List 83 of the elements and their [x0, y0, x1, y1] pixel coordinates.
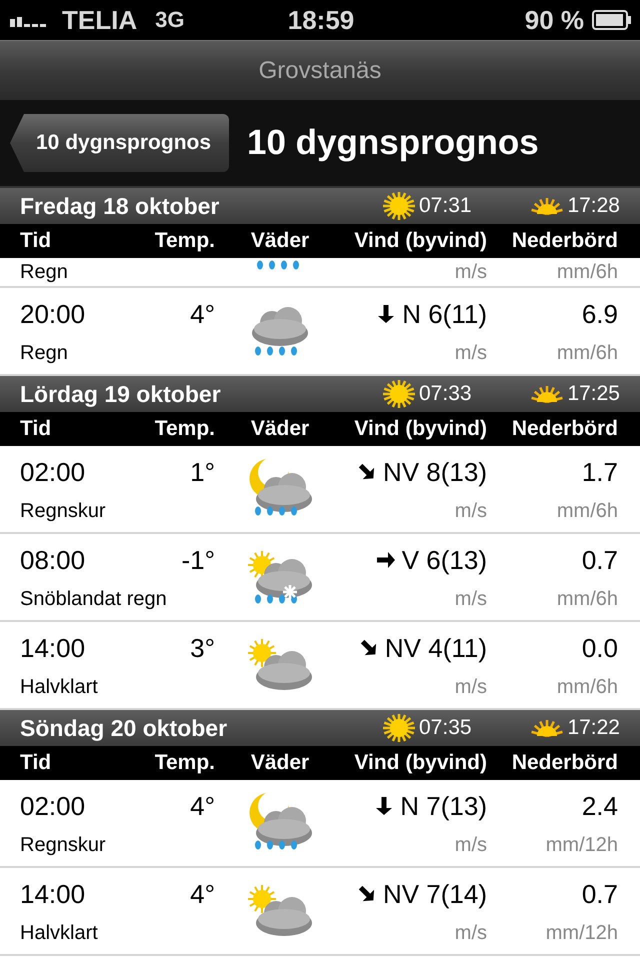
precipitation-text: 6.9 — [582, 298, 618, 330]
weather-description: Regn — [20, 342, 68, 364]
column-header: Nederbörd — [512, 751, 618, 775]
precipitation-text: 0.7 — [582, 544, 618, 576]
battery-icon — [592, 10, 632, 30]
precipitation-unit-text: mm/12h — [546, 834, 618, 856]
column-header: Temp. — [154, 751, 215, 775]
column-header: Tid — [20, 751, 52, 775]
precipitation-unit-text: mm/6h — [556, 260, 618, 284]
sunset-icon — [530, 719, 564, 737]
network-text: 3G — [155, 7, 184, 33]
battery-percent-text: 90 % — [524, 4, 584, 36]
back-button[interactable]: 10 dygnsprognos — [10, 114, 230, 172]
temperature-text: 4° — [190, 790, 215, 822]
column-header: Vind (byvind) — [354, 229, 487, 253]
sunrise-icon — [382, 379, 416, 409]
column-header: Nederbörd — [512, 229, 618, 253]
time-text: 08:00 — [20, 544, 86, 576]
column-header: Väder — [250, 417, 310, 441]
column-header: Väder — [250, 751, 310, 775]
wind-unit-text: m/s — [454, 834, 487, 856]
column-header: Tid — [20, 229, 52, 253]
precipitation-unit-text: mm/6h — [556, 342, 618, 364]
temperature-text: 3° — [190, 632, 215, 664]
precipitation-unit-text: mm/6h — [556, 500, 618, 522]
sunrise-time: 07:35 — [419, 716, 472, 740]
page-title: 10 dygnsprognos — [247, 123, 539, 163]
wind-unit-text: m/s — [454, 676, 487, 698]
sunrise-icon — [382, 713, 416, 743]
wind-unit-text: m/s — [454, 588, 487, 610]
sunset-time: 17:28 — [567, 194, 620, 218]
sunrise-time: 07:33 — [419, 382, 472, 406]
column-header: Väder — [250, 229, 310, 253]
time-text: 02:00 — [20, 790, 86, 822]
precipitation-unit-text: mm/6h — [556, 676, 618, 698]
clock-text: 18:59 — [288, 4, 354, 36]
sunrise-time: 07:31 — [419, 194, 472, 218]
wind-text: N 6(11) — [402, 298, 487, 330]
wind-unit-text: m/s — [454, 500, 487, 522]
temperature-text: -1° — [181, 544, 215, 576]
column-header: Nederbörd — [512, 417, 618, 441]
weather-description: Snöblandat regn — [20, 588, 167, 610]
weather-description: Regnskur — [20, 500, 106, 522]
weather-description: Regn — [20, 260, 68, 284]
wind-text: NV 8(13) — [382, 456, 487, 488]
time-text: 02:00 — [20, 456, 86, 488]
wind-text: V 6(13) — [402, 544, 487, 576]
temperature-text: 4° — [190, 878, 215, 910]
sunset-time: 17:25 — [567, 382, 620, 406]
day-title: Fredag 18 oktober — [20, 192, 220, 220]
precipitation-text: 0.0 — [582, 632, 618, 664]
time-text: 20:00 — [20, 298, 86, 330]
column-header: Temp. — [154, 229, 215, 253]
temperature-text: 4° — [190, 298, 215, 330]
precipitation-unit-text: mm/12h — [546, 922, 618, 944]
weather-description: Halvklart — [20, 922, 98, 944]
wind-unit-text: m/s — [454, 922, 487, 944]
time-text: 14:00 — [20, 632, 86, 664]
day-title: Söndag 20 oktober — [20, 714, 228, 742]
carrier-text: TELIA — [62, 4, 138, 36]
column-header: Vind (byvind) — [354, 417, 487, 441]
location-title: Grovstanäs — [258, 56, 382, 84]
precipitation-text: 1.7 — [582, 456, 618, 488]
precipitation-text: 0.7 — [582, 878, 618, 910]
column-header: Temp. — [154, 417, 215, 441]
sunset-time: 17:22 — [567, 716, 620, 740]
wind-text: NV 7(14) — [382, 878, 487, 910]
wind-text: NV 4(11) — [384, 632, 487, 664]
precipitation-text: 2.4 — [582, 790, 618, 822]
wind-unit-text: m/s — [454, 260, 487, 284]
wind-text: N 7(13) — [400, 790, 487, 822]
column-header: Tid — [20, 417, 52, 441]
sunset-icon — [530, 197, 564, 215]
sunrise-icon — [382, 191, 416, 221]
temperature-text: 1° — [190, 456, 215, 488]
day-title: Lördag 19 oktober — [20, 380, 222, 408]
weather-description: Halvklart — [20, 676, 98, 698]
wind-unit-text: m/s — [454, 342, 487, 364]
time-text: 14:00 — [20, 878, 86, 910]
column-header: Vind (byvind) — [354, 751, 487, 775]
weather-description: Regnskur — [20, 834, 106, 856]
precipitation-unit-text: mm/6h — [556, 588, 618, 610]
sunset-icon — [530, 385, 564, 403]
